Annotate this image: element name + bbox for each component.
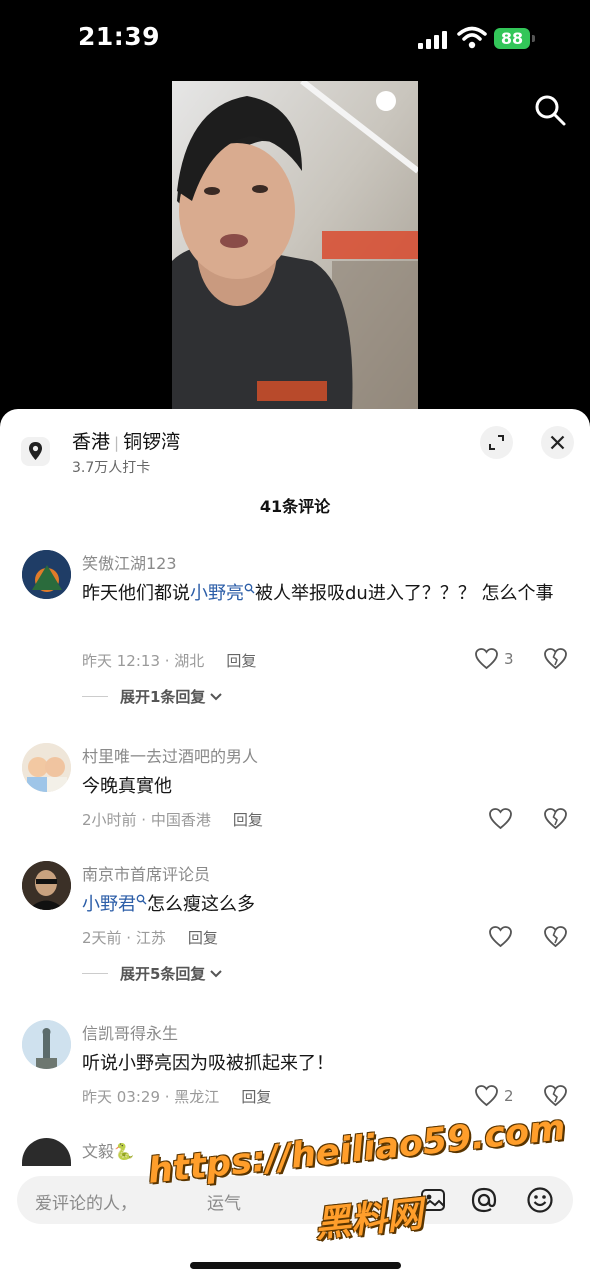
comment-time-location: 2天前 · 江苏: [82, 929, 166, 947]
mention-link[interactable]: 小野君: [82, 894, 136, 915]
video-frame-image: [172, 81, 418, 411]
broken-heart-icon[interactable]: [543, 807, 568, 830]
expand-button[interactable]: [480, 426, 513, 459]
location-district: 铜锣湾: [123, 431, 181, 453]
comment-text-part: 怎么瘦这么多: [147, 894, 255, 915]
comment-time-location: 2小时前 · 中国香港: [82, 811, 211, 829]
broken-heart-icon[interactable]: [543, 1084, 568, 1107]
comment-meta: 昨天 03:29 · 黑龙江 回复: [82, 1086, 271, 1107]
heart-icon[interactable]: [488, 807, 513, 830]
heart-icon: [475, 648, 498, 670]
comment-text: 小野君 怎么瘦这么多: [82, 888, 562, 921]
location-pin-button[interactable]: [21, 437, 50, 466]
avatar[interactable]: [22, 861, 71, 910]
video-player[interactable]: [172, 81, 418, 411]
expand-replies-button[interactable]: 展开1条回复: [82, 686, 223, 707]
reply-button[interactable]: 回复: [241, 1088, 271, 1106]
comment-text-part: 昨天他们都说: [82, 583, 190, 604]
battery-indicator: 88: [494, 28, 530, 49]
reply-button[interactable]: 回复: [233, 811, 263, 829]
expand-icon: [489, 435, 504, 450]
like-button[interactable]: 2: [474, 1084, 514, 1107]
comment-meta: 2小时前 · 中国香港 回复: [82, 809, 263, 830]
expand-replies-label: 展开5条回复: [120, 965, 206, 983]
avatar[interactable]: [22, 550, 71, 599]
like-count: 3: [504, 649, 514, 668]
broken-heart-icon[interactable]: [543, 647, 568, 670]
status-time: 21:39: [78, 22, 161, 51]
comment-text: 昨天他们都说小野亮 被人举报吸du进入了？？？ 怎么个事: [82, 577, 562, 610]
search-icon: [136, 894, 147, 905]
reply-button[interactable]: 回复: [226, 652, 256, 670]
at-icon[interactable]: [470, 1186, 498, 1214]
divider-line: [82, 696, 108, 697]
broken-heart-icon[interactable]: [543, 925, 568, 948]
close-button[interactable]: [541, 426, 574, 459]
emoji-icon[interactable]: [526, 1186, 554, 1214]
comment-username[interactable]: 笑傲江湖123: [82, 550, 177, 574]
heart-icon[interactable]: [488, 925, 513, 948]
search-icon: [244, 583, 255, 594]
image-icon[interactable]: [420, 1188, 446, 1212]
status-bar: 21:39 88: [0, 0, 590, 80]
location-checkins: 3.7万人打卡: [72, 460, 151, 476]
location-title[interactable]: 香港 | 铜锣湾: [72, 427, 180, 454]
comment-meta: 昨天 12:13 · 湖北 回复: [82, 650, 256, 671]
mention-link[interactable]: 小野亮: [190, 583, 244, 604]
signal-icon: [418, 31, 447, 49]
comment-text: 听说小野亮因为吸被抓起来了！: [82, 1053, 334, 1074]
location-pin-icon: [29, 442, 42, 460]
reply-button[interactable]: 回复: [188, 929, 218, 947]
expand-replies-label: 展开1条回复: [120, 688, 206, 706]
home-indicator[interactable]: [190, 1262, 401, 1269]
comment-username[interactable]: 南京市首席评论员: [82, 861, 210, 885]
heart-icon: [475, 1085, 498, 1107]
chevron-down-icon: [210, 692, 223, 700]
divider-line: [82, 973, 108, 974]
comment-username[interactable]: 村里唯一去过酒吧的男人: [82, 743, 258, 767]
avatar[interactable]: [22, 1020, 71, 1069]
comment-time-location: 昨天 03:29 · 黑龙江: [82, 1088, 220, 1106]
wifi-icon: [457, 26, 487, 49]
close-icon: [550, 435, 565, 450]
comment-username[interactable]: 文毅🐍: [82, 1138, 134, 1162]
comment-username[interactable]: 信凯哥得永生: [82, 1020, 178, 1044]
comment-input[interactable]: 爱评论的人， 运气: [17, 1176, 573, 1224]
battery-cap: [532, 35, 535, 42]
avatar[interactable]: [22, 743, 71, 792]
location-divider: |: [114, 434, 120, 452]
chevron-down-icon: [210, 969, 223, 977]
comments-count-title: 41条评论: [259, 497, 331, 516]
comment-text-part: 被人举报吸du进入了？？？ 怎么个事: [255, 583, 554, 604]
like-count: 2: [504, 1086, 514, 1105]
comment-meta: 2天前 · 江苏 回复: [82, 927, 218, 948]
search-icon[interactable]: [532, 92, 568, 128]
location-city: 香港: [72, 431, 111, 453]
comment-input-placeholder: 爱评论的人， 运气: [35, 1194, 241, 1214]
comment-time-location: 昨天 12:13 · 湖北: [82, 652, 205, 670]
like-button[interactable]: 3: [474, 647, 514, 670]
expand-replies-button[interactable]: 展开5条回复: [82, 963, 223, 984]
comment-text: 今晚真實他: [82, 776, 172, 797]
